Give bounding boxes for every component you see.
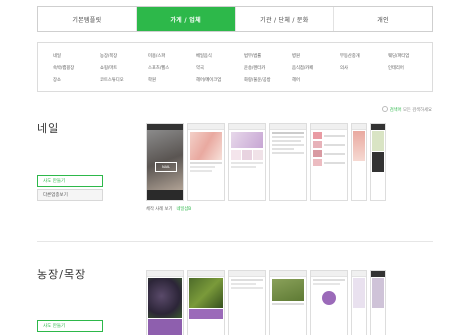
- sample-search-link[interactable]: 검색어 모든 검색하세요: [381, 106, 432, 113]
- logo-box: NAIL: [155, 162, 177, 172]
- section-title: 네일: [37, 122, 60, 135]
- category-item[interactable]: 웨딩/파티업: [388, 53, 409, 59]
- make-site-button[interactable]: 사도 만들기: [37, 175, 103, 187]
- template-preview[interactable]: [269, 123, 307, 201]
- category-item[interactable]: 쇼핑/마트: [100, 65, 117, 71]
- category-item[interactable]: 부동산중개: [340, 53, 360, 59]
- preview-header: [352, 124, 366, 130]
- preview-header: [270, 124, 306, 130]
- example-caption-text: 체작 사례 보기: [146, 207, 173, 212]
- category-item[interactable]: 헤어: [292, 77, 300, 83]
- category-item[interactable]: 화랑/물운/공방: [244, 77, 271, 83]
- tab-shop-business[interactable]: 가게 / 업체: [136, 7, 236, 31]
- preview-header: [311, 124, 347, 130]
- template-preview[interactable]: [370, 270, 386, 335]
- category-item[interactable]: 인테리어: [388, 65, 404, 71]
- preview-footer: [147, 190, 183, 200]
- section-divider: [37, 241, 433, 242]
- template-preview[interactable]: [187, 270, 225, 335]
- circle-badge: [322, 291, 336, 305]
- category-item[interactable]: 병원: [292, 53, 300, 59]
- tab-organization[interactable]: 기관 / 단체 / 문화: [235, 7, 335, 31]
- category-item[interactable]: 숙박/캠핑장: [53, 65, 74, 71]
- preview-header: [229, 124, 265, 130]
- help-icon: [381, 106, 388, 112]
- category-item[interactable]: 농장/목장: [100, 53, 117, 59]
- make-site-button[interactable]: 사도 만들기: [37, 320, 103, 332]
- template-preview-strip: [146, 270, 434, 335]
- template-preview[interactable]: [351, 123, 367, 201]
- template-preview[interactable]: [370, 123, 386, 201]
- category-list: 네일 농장/목장 미용/스파 베일음식 법무/법률 병원 부동산중개 웨딩/파티…: [37, 42, 433, 92]
- preview-header: [188, 124, 224, 130]
- grape-photo: [148, 278, 182, 318]
- category-item[interactable]: 음식점/카페: [292, 65, 313, 71]
- category-item[interactable]: 약국: [196, 65, 204, 71]
- template-preview-strip: NAIL: [146, 123, 434, 201]
- template-preview[interactable]: [228, 123, 266, 201]
- category-tabs: 기본템플릿 가게 / 업체 기관 / 단체 / 문화 개인: [37, 6, 433, 32]
- category-item[interactable]: 스포츠/헬스: [148, 65, 169, 71]
- vineyard-photo: [189, 278, 223, 308]
- tab-basic-template[interactable]: 기본템플릿: [38, 7, 137, 31]
- preview-header: [352, 271, 366, 277]
- template-preview[interactable]: NAIL: [146, 123, 184, 201]
- category-item[interactable]: 운송/렌터카: [244, 65, 265, 71]
- category-item[interactable]: 네일: [53, 53, 61, 59]
- tab-personal[interactable]: 개인: [334, 7, 432, 31]
- category-item[interactable]: 코트스튜디오: [100, 77, 124, 83]
- category-item[interactable]: 미용/스파: [148, 53, 165, 59]
- preview-header: [311, 271, 347, 277]
- preview-header: [371, 124, 385, 130]
- section-title: 농장/목장: [37, 268, 87, 281]
- template-preview[interactable]: [187, 123, 225, 201]
- category-item[interactable]: 베일음식: [196, 53, 212, 59]
- category-item[interactable]: 헤어/메이크업: [196, 77, 221, 83]
- nail-photo: [190, 132, 222, 160]
- template-preview[interactable]: [228, 270, 266, 335]
- category-item[interactable]: 학원: [148, 77, 156, 83]
- preview-header: [147, 271, 183, 277]
- example-link[interactable]: 네일샵B: [176, 207, 191, 212]
- template-preview[interactable]: [351, 270, 367, 335]
- sample-link-text: 모든 검색하세요: [402, 108, 432, 113]
- template-preview[interactable]: [310, 270, 348, 335]
- category-item[interactable]: 의사: [340, 65, 348, 71]
- preview-header: [371, 271, 385, 277]
- field-photo: [272, 279, 304, 301]
- category-item[interactable]: 장소: [53, 77, 61, 83]
- example-caption: 체작 사례 보기 네일샵B: [146, 206, 191, 212]
- sample-link-highlight: 검색어: [389, 108, 402, 113]
- nail-photo: [231, 132, 263, 148]
- preview-header: [270, 271, 306, 277]
- template-preview[interactable]: [310, 123, 348, 201]
- template-preview[interactable]: [146, 270, 184, 335]
- preview-header: [229, 271, 265, 277]
- preview-header: [188, 271, 224, 277]
- template-preview[interactable]: [269, 270, 307, 335]
- other-category-button[interactable]: 다른업종보기: [37, 189, 103, 201]
- category-item[interactable]: 법무/법률: [244, 53, 261, 59]
